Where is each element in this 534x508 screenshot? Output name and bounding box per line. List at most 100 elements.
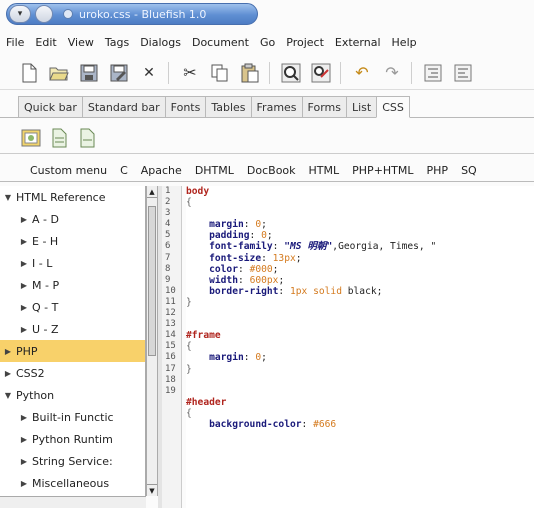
menu-external[interactable]: External <box>335 36 381 49</box>
tree-vertical-scrollbar[interactable]: ▲ ▼ <box>146 186 158 496</box>
scroll-down-arrow-icon[interactable]: ▼ <box>147 484 157 496</box>
window-menu-button[interactable]: ▾ <box>9 5 31 23</box>
tree-item[interactable]: ▼ HTML Reference <box>0 186 145 208</box>
tab-quick-bar[interactable]: Quick bar <box>18 96 82 118</box>
custom-menu-item-apache[interactable]: Apache <box>141 164 182 177</box>
expander-collapsed-icon[interactable]: ▶ <box>16 325 32 334</box>
tree-item-label: Python <box>16 388 55 402</box>
tab-forms[interactable]: Forms <box>301 96 346 118</box>
scroll-up-arrow-icon[interactable]: ▲ <box>147 186 157 198</box>
expander-collapsed-icon[interactable]: ▶ <box>16 237 32 246</box>
tree-item[interactable]: ▶ PHP <box>0 340 145 362</box>
expander-collapsed-icon[interactable]: ▶ <box>0 369 16 378</box>
line-number: 13 <box>165 319 176 330</box>
code-token: { <box>186 407 192 419</box>
menu-go[interactable]: Go <box>260 36 275 49</box>
tree-item[interactable]: ▶ I - L <box>0 252 145 274</box>
code-token: { <box>186 197 192 209</box>
copy-icon[interactable] <box>209 62 231 84</box>
custom-menu-item-html[interactable]: HTML <box>309 164 340 177</box>
code-token: ; <box>272 263 279 275</box>
save-icon[interactable] <box>78 62 100 84</box>
tab-standard-bar[interactable]: Standard bar <box>81 96 165 118</box>
code-line: width: 600px; <box>186 275 534 286</box>
paste-icon[interactable] <box>239 62 261 84</box>
new-file-icon[interactable] <box>18 62 40 84</box>
code-token: : <box>261 252 273 264</box>
css-dialog-icon[interactable] <box>20 127 42 149</box>
cut-icon[interactable]: ✂ <box>179 62 201 84</box>
tree-item[interactable]: ▶ Q - T <box>0 296 145 318</box>
title-bar[interactable]: ▾ uroko.css - Bluefish 1.0 <box>6 3 258 25</box>
line-number: 10 <box>165 285 176 296</box>
expander-collapsed-icon[interactable]: ▶ <box>16 435 32 444</box>
indent-icon[interactable] <box>422 62 444 84</box>
code-token: border-right <box>209 285 279 297</box>
menu-help[interactable]: Help <box>392 36 417 49</box>
scroll-thumb[interactable] <box>148 206 156 356</box>
custom-menu-item-c[interactable]: C <box>120 164 128 177</box>
tab-frames[interactable]: Frames <box>250 96 302 118</box>
expander-collapsed-icon[interactable]: ▶ <box>16 413 32 422</box>
line-number: 8 <box>165 263 171 274</box>
menu-dialogs[interactable]: Dialogs <box>140 36 181 49</box>
expander-collapsed-icon[interactable]: ▶ <box>16 259 32 268</box>
tree-item[interactable]: ▶ String Service: <box>0 450 145 472</box>
tree-item[interactable]: ▶ CSS2 <box>0 362 145 384</box>
menu-view[interactable]: View <box>68 36 94 49</box>
menu-file[interactable]: File <box>6 36 24 49</box>
redo-icon[interactable]: ↷ <box>381 62 403 84</box>
tree-item[interactable]: ▼ Python <box>0 384 145 406</box>
custom-menu-item-php[interactable]: PHP <box>427 164 449 177</box>
find-icon[interactable] <box>280 62 302 84</box>
menu-project[interactable]: Project <box>286 36 324 49</box>
custom-menu-item-sq[interactable]: SQ <box>461 164 477 177</box>
tab-tables[interactable]: Tables <box>205 96 251 118</box>
tab-fonts[interactable]: Fonts <box>164 96 206 118</box>
reference-tree: ▼ HTML Reference ▶ A - D ▶ E - H ▶ I - L ▶ M - P ▶… <box>0 186 146 508</box>
tree-item[interactable]: ▶ Built-in Functic <box>0 406 145 428</box>
expander-collapsed-icon[interactable]: ▶ <box>16 303 32 312</box>
tab-list[interactable]: List <box>346 96 377 118</box>
tree-item[interactable]: ▶ Miscellaneous <box>0 472 145 494</box>
save-as-icon[interactable] <box>108 62 130 84</box>
custom-menu-item-php-html[interactable]: PHP+HTML <box>352 164 413 177</box>
menu-edit[interactable]: Edit <box>35 36 56 49</box>
menu-tags[interactable]: Tags <box>105 36 129 49</box>
expander-collapsed-icon[interactable]: ▶ <box>16 479 32 488</box>
custom-menu-item-custom-menu[interactable]: Custom menu <box>30 164 107 177</box>
code-editor[interactable]: body{ margin: 0; padding: 0; font-family… <box>186 186 534 508</box>
expander-expanded-icon[interactable]: ▼ <box>0 193 16 202</box>
line-number: 2 <box>165 197 171 208</box>
window-shade-button[interactable] <box>35 5 53 23</box>
menu-document[interactable]: Document <box>192 36 249 49</box>
code-token: #header <box>186 396 227 408</box>
custom-menu-item-docbook[interactable]: DocBook <box>247 164 296 177</box>
expander-collapsed-icon[interactable]: ▶ <box>0 347 16 356</box>
tree-item[interactable]: ▶ E - H <box>0 230 145 252</box>
custom-menu-item-dhtml[interactable]: DHTML <box>195 164 234 177</box>
undo-icon[interactable]: ↶ <box>351 62 373 84</box>
unindent-icon[interactable] <box>452 62 474 84</box>
close-icon[interactable]: ✕ <box>138 62 160 84</box>
tree-item[interactable]: ▶ Python Runtim <box>0 428 145 450</box>
code-token: : <box>243 352 256 364</box>
tab-css[interactable]: CSS <box>376 96 410 118</box>
tree-item-label: M - P <box>32 278 60 292</box>
line-number: 16 <box>165 352 176 363</box>
tree-item[interactable]: ▶ U - Z <box>0 318 145 340</box>
css-style-icon[interactable] <box>76 127 98 149</box>
expander-expanded-icon[interactable]: ▼ <box>0 391 16 400</box>
tree-item[interactable]: ▶ A - D <box>0 208 145 230</box>
new-css-icon[interactable] <box>48 127 70 149</box>
tree-horizontal-scrollbar[interactable] <box>0 496 146 508</box>
expander-collapsed-icon[interactable]: ▶ <box>16 281 32 290</box>
code-token: "MS 明朝" <box>284 241 333 253</box>
tree-item[interactable]: ▶ M - P <box>0 274 145 296</box>
expander-collapsed-icon[interactable]: ▶ <box>16 457 32 466</box>
expander-collapsed-icon[interactable]: ▶ <box>16 215 32 224</box>
replace-icon[interactable] <box>310 62 332 84</box>
open-folder-icon[interactable] <box>48 62 70 84</box>
